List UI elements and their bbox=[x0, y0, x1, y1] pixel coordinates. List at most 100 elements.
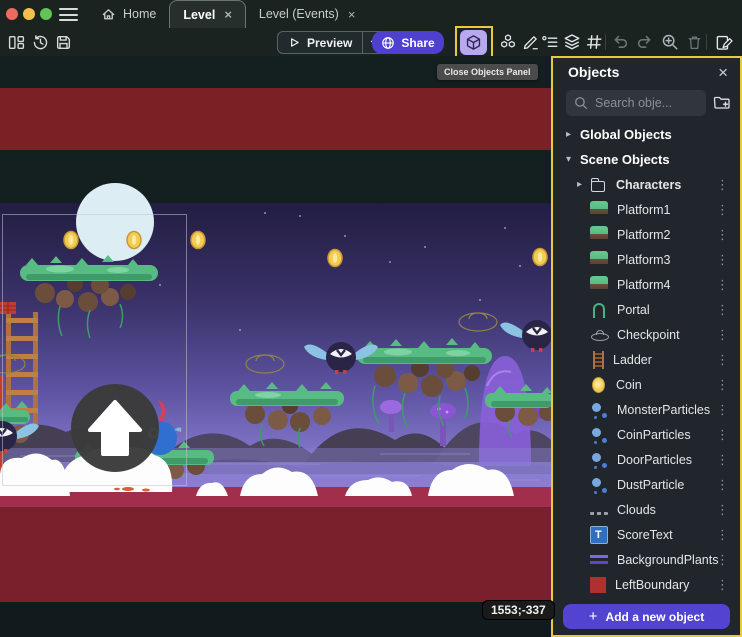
share-button[interactable]: Share bbox=[372, 31, 444, 54]
kebab-menu-icon[interactable]: ⋮ bbox=[716, 552, 729, 568]
object-name: BackgroundPlants bbox=[617, 553, 718, 567]
object-name: ScoreText bbox=[617, 528, 673, 542]
preview-button[interactable]: Preview bbox=[277, 31, 387, 54]
properties-list-icon[interactable] bbox=[540, 32, 560, 52]
edit-scene-icon[interactable] bbox=[714, 32, 734, 52]
object-groups-icon[interactable] bbox=[498, 32, 518, 52]
plus-icon: + bbox=[589, 608, 598, 625]
object-name: Platform2 bbox=[617, 228, 671, 242]
kebab-menu-icon[interactable]: ⋮ bbox=[716, 202, 729, 218]
tab-level-events[interactable]: Level (Events) × bbox=[246, 0, 369, 28]
object-row-characters[interactable]: ▸ Characters ⋮ bbox=[553, 172, 740, 197]
edit-pencil-icon[interactable] bbox=[521, 32, 541, 52]
moon[interactable] bbox=[76, 183, 154, 261]
object-row-monsterparticles[interactable]: MonsterParticles ⋮ bbox=[553, 397, 740, 422]
home-icon bbox=[101, 7, 116, 22]
object-name: Coin bbox=[616, 378, 642, 392]
player-start-arrow[interactable] bbox=[71, 384, 159, 472]
kebab-menu-icon[interactable]: ⋮ bbox=[716, 377, 729, 393]
play-icon bbox=[288, 36, 301, 49]
search-input[interactable] bbox=[595, 96, 695, 110]
group-scene-objects[interactable]: ▾ Scene Objects bbox=[553, 147, 740, 172]
objects-panel: Objects × ▸ Global Objects ▾ Scene Objec… bbox=[551, 56, 742, 637]
object-row-doorparticles[interactable]: DoorParticles ⋮ bbox=[553, 447, 740, 472]
collapsed-arrow-icon: ▸ bbox=[566, 129, 574, 140]
object-row-checkpoint[interactable]: Checkpoint ⋮ bbox=[553, 322, 740, 347]
scene-editor-canvas[interactable] bbox=[0, 56, 553, 637]
object-row-ladder[interactable]: Ladder ⋮ bbox=[553, 347, 740, 372]
object-row-coin[interactable]: Coin ⋮ bbox=[553, 372, 740, 397]
minimize-window-button[interactable] bbox=[23, 8, 35, 20]
group-global-objects[interactable]: ▸ Global Objects bbox=[553, 122, 740, 147]
object-name: Portal bbox=[617, 303, 650, 317]
tab-level[interactable]: Level × bbox=[169, 0, 246, 28]
kebab-menu-icon[interactable]: ⋮ bbox=[716, 577, 729, 593]
zoom-in-icon[interactable] bbox=[660, 32, 680, 52]
trash-icon[interactable] bbox=[684, 32, 704, 52]
add-folder-icon[interactable] bbox=[713, 95, 731, 111]
redo-icon[interactable] bbox=[634, 32, 654, 52]
main-menu-icon[interactable] bbox=[59, 8, 78, 21]
object-row-coinparticles[interactable]: CoinParticles ⋮ bbox=[553, 422, 740, 447]
object-row-backgroundplants[interactable]: BackgroundPlants ⋮ bbox=[553, 547, 740, 572]
add-new-object-button[interactable]: + Add a new object bbox=[563, 604, 730, 629]
kebab-menu-icon[interactable]: ⋮ bbox=[716, 252, 729, 268]
kebab-menu-icon[interactable]: ⋮ bbox=[716, 527, 729, 543]
kebab-menu-icon[interactable]: ⋮ bbox=[716, 352, 729, 368]
toolbar-separator bbox=[706, 34, 707, 50]
layers-icon[interactable] bbox=[562, 32, 582, 52]
close-tab-icon[interactable]: × bbox=[346, 7, 356, 22]
share-label: Share bbox=[401, 36, 434, 50]
expand-arrow-icon[interactable]: ▸ bbox=[577, 179, 589, 190]
object-row-platform2[interactable]: Platform2 ⋮ bbox=[553, 222, 740, 247]
object-name: CoinParticles bbox=[617, 428, 691, 442]
close-panel-icon[interactable]: × bbox=[718, 64, 728, 81]
search-input-box[interactable] bbox=[566, 90, 706, 116]
history-icon[interactable] bbox=[30, 32, 50, 52]
object-thumbnail-icon bbox=[590, 276, 608, 294]
kebab-menu-icon[interactable]: ⋮ bbox=[716, 177, 729, 193]
kebab-menu-icon[interactable]: ⋮ bbox=[716, 277, 729, 293]
close-tab-icon[interactable]: × bbox=[222, 7, 232, 22]
kebab-menu-icon[interactable]: ⋮ bbox=[716, 477, 729, 493]
object-thumbnail-icon bbox=[592, 377, 605, 393]
object-row-platform3[interactable]: Platform3 ⋮ bbox=[553, 247, 740, 272]
object-thumbnail-icon bbox=[590, 512, 608, 515]
object-row-dustparticle[interactable]: DustParticle ⋮ bbox=[553, 472, 740, 497]
grid-icon[interactable] bbox=[584, 32, 604, 52]
maximize-window-button[interactable] bbox=[40, 8, 52, 20]
object-name: Platform1 bbox=[617, 203, 671, 217]
objects-tree: ▸ Global Objects ▾ Scene Objects ▸ Chara… bbox=[553, 122, 740, 597]
undo-icon[interactable] bbox=[611, 32, 631, 52]
scene-render bbox=[0, 56, 553, 637]
close-window-button[interactable] bbox=[6, 8, 18, 20]
kebab-menu-icon[interactable]: ⋮ bbox=[716, 327, 729, 343]
object-row-clouds[interactable]: Clouds ⋮ bbox=[553, 497, 740, 522]
tooltip: Close Objects Panel bbox=[437, 64, 538, 80]
panels-layout-icon[interactable] bbox=[6, 32, 26, 52]
save-icon[interactable] bbox=[53, 32, 73, 52]
kebab-menu-icon[interactable]: ⋮ bbox=[716, 402, 729, 418]
kebab-menu-icon[interactable]: ⋮ bbox=[716, 502, 729, 518]
kebab-menu-icon[interactable]: ⋮ bbox=[716, 427, 729, 443]
object-thumbnail-icon bbox=[591, 181, 605, 192]
group-label: Scene Objects bbox=[580, 152, 670, 167]
object-row-portal[interactable]: Portal ⋮ bbox=[553, 297, 740, 322]
object-row-leftboundary[interactable]: LeftBoundary ⋮ bbox=[553, 572, 740, 597]
kebab-menu-icon[interactable]: ⋮ bbox=[716, 302, 729, 318]
tab-label: Level (Events) bbox=[259, 7, 339, 21]
objects-panel-cube-icon[interactable] bbox=[460, 30, 487, 55]
object-row-scoretext[interactable]: ScoreText ⋮ bbox=[553, 522, 740, 547]
object-row-platform4[interactable]: Platform4 ⋮ bbox=[553, 272, 740, 297]
kebab-menu-icon[interactable]: ⋮ bbox=[716, 227, 729, 243]
app-window: Home Level × Level (Events) × Preview bbox=[0, 0, 742, 637]
tab-home[interactable]: Home bbox=[88, 0, 169, 28]
toolbar: Preview Share bbox=[0, 28, 742, 56]
object-thumbnail-icon bbox=[590, 401, 608, 419]
preview-label: Preview bbox=[307, 36, 352, 50]
kebab-menu-icon[interactable]: ⋮ bbox=[716, 452, 729, 468]
object-row-platform1[interactable]: Platform1 ⋮ bbox=[553, 197, 740, 222]
cursor-coordinates-badge: 1553;-337 bbox=[482, 600, 555, 620]
object-thumbnail-icon bbox=[590, 551, 608, 569]
object-thumbnail-icon bbox=[590, 526, 608, 544]
